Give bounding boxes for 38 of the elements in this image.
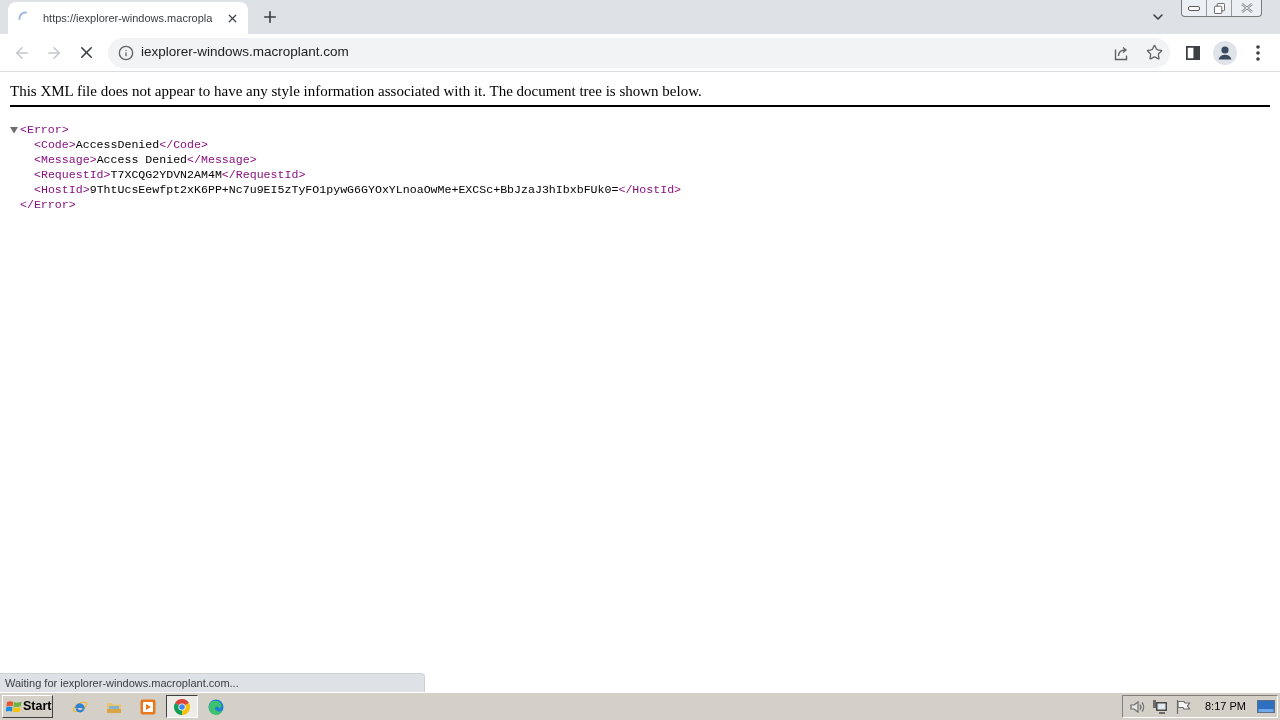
xml-element: <Code>AccessDenied</Code>	[34, 137, 208, 152]
url-text: iexplorer-windows.macroplant.com	[141, 43, 349, 62]
tray-button[interactable]	[1175, 698, 1191, 715]
triangle-icon	[10, 125, 18, 134]
profile-button[interactable]	[1211, 38, 1239, 67]
show-desktop-button[interactable]	[1257, 698, 1275, 715]
clock-text: 8:17 PM	[1205, 699, 1246, 715]
network-icon	[1152, 698, 1168, 715]
plus-icon	[261, 8, 279, 26]
speaker-icon	[1129, 698, 1145, 715]
close-icon	[1240, 3, 1253, 13]
status-bubble: Waiting for iexplorer-windows.macroplant.com...	[0, 673, 425, 692]
start-button[interactable]: Start	[2, 695, 53, 718]
browser-icon	[174, 698, 190, 715]
xml-element: <HostId>9ThtUcsEewfpt2xK6PP+Nc7u9EI5zTyFO1pywG6GYOxYLnoaOwMe+EXCSc+BbJzaJ3hIbxbFUk0=</HostId>	[34, 182, 682, 197]
info-icon	[118, 44, 134, 61]
xml-element: <Message>Access Denied</Message>	[34, 152, 257, 167]
browser-icon	[208, 698, 224, 715]
xml-tag: </Error>	[20, 197, 76, 212]
browser-tab[interactable]: https://iexplorer-windows.macropla	[8, 2, 248, 34]
flag-icon	[1175, 698, 1191, 715]
windows-flag-icon	[6, 698, 22, 715]
address-bar[interactable]: iexplorer-windows.macroplant.com	[108, 37, 1170, 68]
xml-element: <RequestId>T7XCQG2YDVN2AM4M</RequestId>	[34, 167, 306, 182]
taskbar-app-button[interactable]	[166, 695, 198, 718]
restore-icon	[1213, 2, 1225, 14]
desktop-icon	[1257, 698, 1275, 715]
tray-button[interactable]	[1152, 698, 1168, 715]
xml-tag: <Error>	[20, 122, 69, 137]
menu-icon	[1256, 44, 1260, 61]
avatar-icon	[1213, 40, 1237, 65]
notice-text: This XML file does not appear to have any style information associated with it. The document tree is shown below.	[10, 83, 702, 100]
share-icon	[1114, 44, 1130, 61]
star-icon	[1145, 44, 1163, 61]
minimize-icon	[1188, 5, 1200, 11]
media-player-icon	[140, 698, 156, 715]
tray-button[interactable]	[1129, 698, 1145, 715]
side-panel-icon	[1186, 45, 1200, 60]
